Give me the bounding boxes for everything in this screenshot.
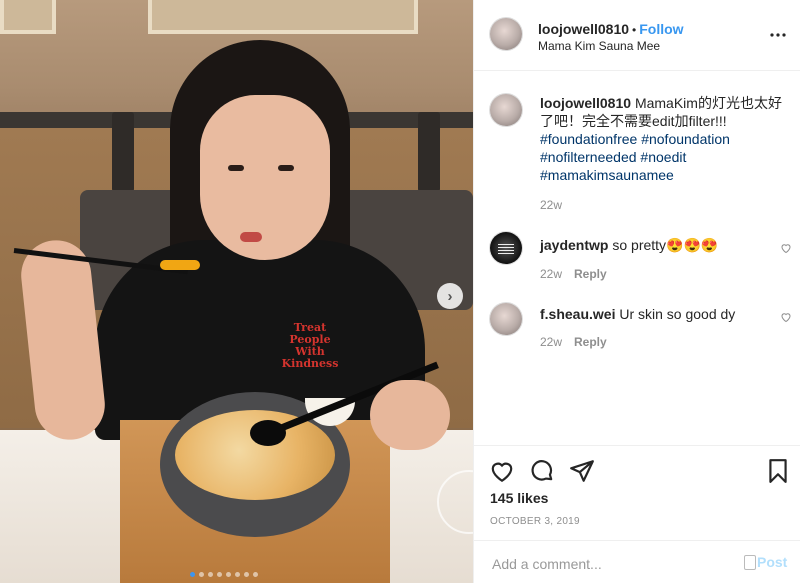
comment-item: jaydentwp so pretty😍😍😍 22w Reply bbox=[490, 232, 791, 287]
photo-strap bbox=[112, 112, 134, 192]
comment-time[interactable]: 22w bbox=[540, 267, 562, 281]
more-options-icon[interactable] bbox=[769, 29, 787, 41]
caption-text: loojowell0810 MamaKim的灯光也太好了吧！完全不需要edit加… bbox=[540, 94, 784, 184]
add-comment-input[interactable] bbox=[490, 553, 734, 575]
photo-wall-frame bbox=[148, 0, 418, 34]
comment-meta: 22w Reply bbox=[540, 335, 607, 349]
carousel-dot bbox=[235, 572, 240, 577]
carousel-dot bbox=[253, 572, 258, 577]
instagram-post: Treat People With Kindness › loojowell08… bbox=[0, 0, 800, 583]
photo-spoon bbox=[250, 420, 286, 446]
caption-username[interactable]: loojowell0810 bbox=[540, 95, 631, 111]
location-link[interactable]: Mama Kim Sauna Mee bbox=[538, 39, 660, 53]
post-header: loojowell0810 • Follow Mama Kim Sauna Mee bbox=[474, 0, 800, 71]
avatar[interactable] bbox=[490, 232, 522, 264]
post-actions bbox=[474, 445, 800, 483]
comment-item: f.sheau.wei Ur skin so good dy 22w Reply bbox=[490, 303, 791, 358]
reply-button[interactable]: Reply bbox=[574, 335, 607, 349]
hashtag-link[interactable]: #nofoundation bbox=[641, 131, 730, 147]
comment-icon[interactable] bbox=[529, 458, 555, 484]
comment-username[interactable]: jaydentwp bbox=[540, 237, 608, 253]
comment-text: f.sheau.wei Ur skin so good dy bbox=[540, 305, 784, 323]
share-icon[interactable] bbox=[569, 458, 595, 484]
photo-eye bbox=[278, 165, 294, 171]
carousel-dot bbox=[244, 572, 249, 577]
hashtag-link[interactable]: #mamakimsaunamee bbox=[540, 167, 674, 183]
carousel-dot bbox=[199, 572, 204, 577]
follow-button[interactable]: Follow bbox=[639, 21, 683, 37]
emoji-icon[interactable] bbox=[744, 555, 756, 570]
comments-list[interactable]: loojowell0810 MamaKim的灯光也太好了吧！完全不需要edit加… bbox=[474, 71, 800, 445]
photo-food bbox=[160, 260, 200, 270]
likes-count[interactable]: 145 likes bbox=[490, 490, 548, 506]
comment-text: jaydentwp so pretty😍😍😍 bbox=[540, 236, 784, 254]
chevron-right-icon: › bbox=[447, 287, 453, 305]
carousel-dots bbox=[190, 572, 258, 577]
heart-icon[interactable] bbox=[489, 458, 515, 484]
heart-icon[interactable] bbox=[780, 311, 792, 323]
carousel-dot bbox=[208, 572, 213, 577]
photo-strap bbox=[418, 112, 440, 192]
header-separator: • bbox=[632, 23, 637, 37]
carousel-next-button[interactable]: › bbox=[437, 283, 463, 309]
reply-button[interactable]: Reply bbox=[574, 267, 607, 281]
comment-body: so pretty😍😍😍 bbox=[612, 237, 719, 253]
photo-face bbox=[200, 95, 330, 260]
avatar[interactable] bbox=[490, 94, 522, 126]
hashtag-link[interactable]: #nofilterneeded bbox=[540, 149, 637, 165]
caption-time[interactable]: 22w bbox=[540, 198, 562, 212]
bookmark-icon[interactable] bbox=[765, 458, 791, 484]
carousel-dot bbox=[217, 572, 222, 577]
carousel-dot bbox=[226, 572, 231, 577]
avatar[interactable] bbox=[490, 303, 522, 335]
post-date[interactable]: OCTOBER 3, 2019 bbox=[490, 516, 580, 527]
photo-mouth bbox=[240, 232, 262, 242]
caption-meta: 22w bbox=[540, 198, 562, 212]
photo-eye bbox=[228, 165, 244, 171]
comment-body: Ur skin so good dy bbox=[619, 306, 736, 322]
heart-icon[interactable] bbox=[780, 242, 792, 254]
comment-time[interactable]: 22w bbox=[540, 335, 562, 349]
comment-meta: 22w Reply bbox=[540, 267, 607, 281]
header-user-row: loojowell0810 • Follow bbox=[538, 21, 684, 39]
caption: loojowell0810 MamaKim的灯光也太好了吧！完全不需要edit加… bbox=[490, 94, 784, 229]
hashtag-link[interactable]: #foundationfree bbox=[540, 131, 637, 147]
photo-arm bbox=[370, 380, 450, 450]
post-photo[interactable]: Treat People With Kindness › bbox=[0, 0, 473, 583]
add-comment-bar: Post bbox=[474, 540, 800, 584]
photo-shirt-text: Treat People With Kindness bbox=[281, 321, 339, 370]
hashtag-link[interactable]: #noedit bbox=[640, 149, 686, 165]
post-comment-button[interactable]: Post bbox=[757, 554, 787, 570]
header-username[interactable]: loojowell0810 bbox=[538, 21, 629, 37]
photo-wall-frame bbox=[0, 0, 56, 34]
avatar[interactable] bbox=[490, 18, 522, 50]
post-side-panel: loojowell0810 • Follow Mama Kim Sauna Mee … bbox=[473, 0, 800, 583]
comment-username[interactable]: f.sheau.wei bbox=[540, 306, 615, 322]
carousel-dot bbox=[190, 572, 195, 577]
